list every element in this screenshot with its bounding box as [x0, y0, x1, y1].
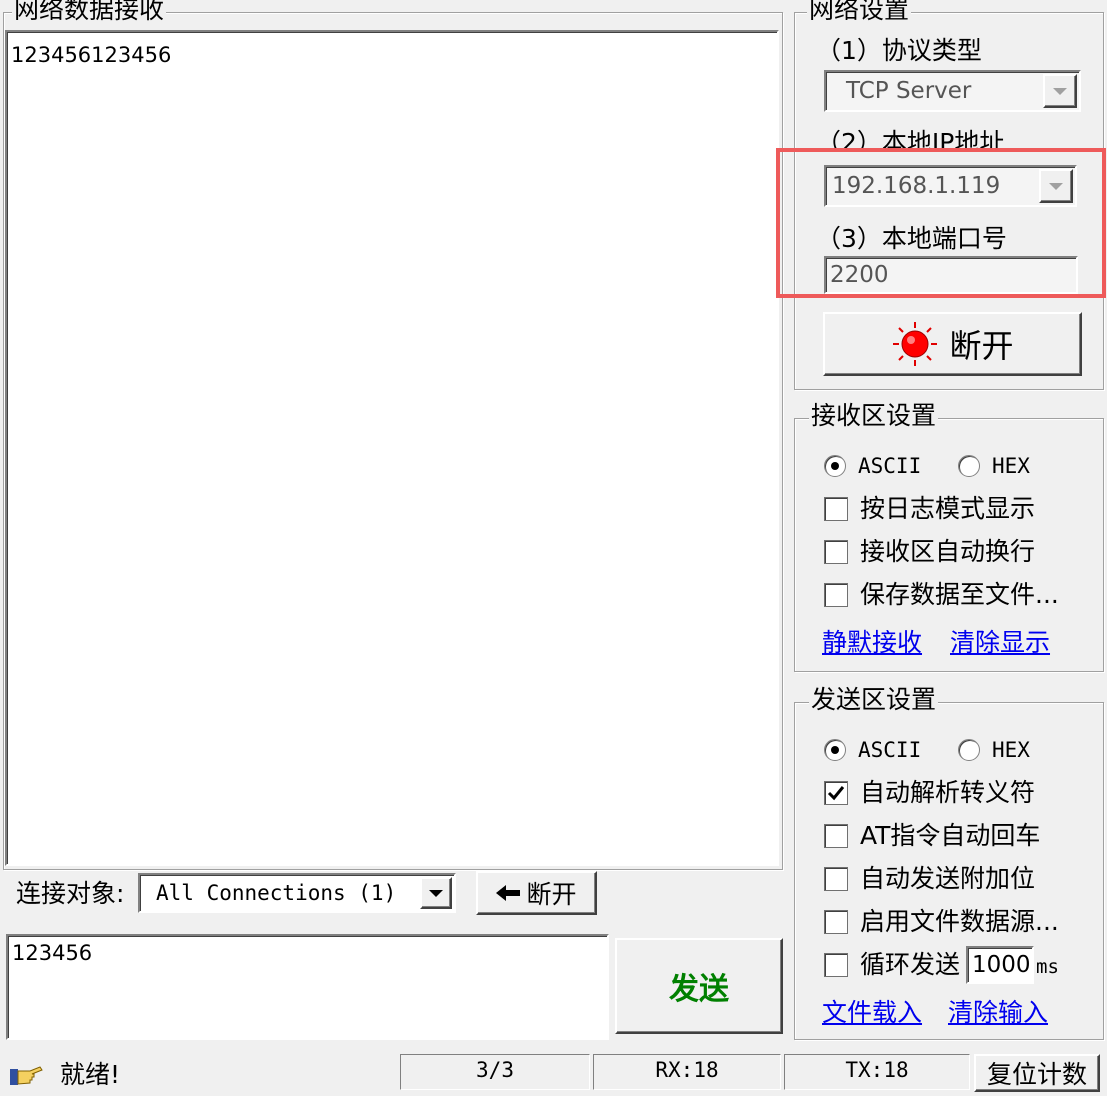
at-auto-return-label: AT指令自动回车 [860, 821, 1041, 850]
receive-settings-title: 接收区设置 [809, 401, 939, 431]
send-button[interactable]: 发送 [615, 938, 783, 1034]
red-light-icon [893, 322, 938, 366]
hand-pointer-icon [10, 1066, 43, 1085]
receive-ascii-radio[interactable] [824, 455, 846, 477]
clear-input-link[interactable]: 清除输入 [948, 998, 1048, 1028]
escape-parse-checkbox[interactable] [824, 781, 848, 805]
at-auto-return-checkbox[interactable] [824, 824, 848, 848]
log-mode-checkbox[interactable] [824, 497, 848, 521]
protocol-combo[interactable]: TCP Server [824, 70, 1081, 112]
disconnect-connection-label: 断开 [526, 880, 577, 909]
file-source-label: 启用文件数据源... [860, 907, 1059, 936]
send-settings-title: 发送区设置 [809, 685, 939, 715]
loop-interval-value: 1000 [972, 952, 1031, 978]
connect-toggle-button[interactable]: 断开 [823, 312, 1082, 376]
auto-append-checkbox[interactable] [824, 867, 848, 891]
send-ascii-radio[interactable] [824, 739, 846, 761]
connection-target-value: All Connections (1) [156, 881, 397, 905]
send-textarea[interactable]: 123456 [6, 934, 609, 1040]
protocol-label: （1）协议类型 [816, 36, 982, 65]
log-mode-label: 按日志模式显示 [860, 494, 1036, 523]
auto-wrap-label: 接收区自动换行 [860, 537, 1036, 566]
receive-hex-label: HEX [992, 454, 1030, 478]
save-to-file-label: 保存数据至文件... [860, 580, 1059, 609]
protocol-value: TCP Server [846, 78, 972, 104]
loop-unit-label: ms [1036, 956, 1059, 978]
send-button-label: 发送 [669, 972, 729, 1007]
load-file-link[interactable]: 文件载入 [822, 998, 922, 1028]
status-rx: RX:18 [593, 1054, 781, 1090]
send-text: 123456 [12, 941, 93, 965]
disconnect-connection-button[interactable]: 断开 [476, 871, 597, 915]
reset-count-label: 复位计数 [986, 1060, 1087, 1089]
connection-dropdown-button[interactable] [420, 877, 452, 909]
auto-append-label: 自动发送附加位 [860, 864, 1036, 893]
status-count: 3/3 [400, 1054, 590, 1090]
chevron-down-icon [1053, 87, 1067, 95]
connection-target-label: 连接对象: [16, 879, 125, 908]
receive-ascii-label: ASCII [858, 454, 922, 478]
loop-send-checkbox[interactable] [824, 953, 848, 977]
chevron-down-icon [429, 889, 443, 897]
local-ip-label: （2）本地IP地址 [816, 128, 1005, 150]
arrow-left-icon [496, 885, 521, 901]
network-settings-title: 网络设置 [807, 0, 912, 25]
receive-text: 123456123456 [11, 43, 172, 67]
send-hex-radio[interactable] [958, 739, 980, 761]
reset-count-button[interactable]: 复位计数 [974, 1054, 1100, 1092]
send-ascii-label: ASCII [858, 738, 922, 762]
file-source-checkbox[interactable] [824, 910, 848, 934]
check-icon [827, 786, 845, 801]
clear-display-link[interactable]: 清除显示 [950, 628, 1050, 658]
connect-toggle-label: 断开 [949, 327, 1014, 365]
pause-receive-link[interactable]: 静默接收 [822, 628, 922, 658]
send-hex-label: HEX [992, 738, 1030, 762]
protocol-dropdown-button[interactable] [1043, 74, 1077, 108]
receive-textarea[interactable]: 123456123456 [5, 30, 779, 866]
loop-interval-input[interactable]: 1000 [966, 946, 1034, 984]
save-to-file-checkbox[interactable] [824, 583, 848, 607]
receive-groupbox-title: 网络数据接收 [12, 0, 167, 25]
auto-wrap-checkbox[interactable] [824, 540, 848, 564]
receive-hex-radio[interactable] [958, 455, 980, 477]
connection-target-combo[interactable]: All Connections (1) [138, 873, 456, 913]
status-text: 就绪! [60, 1060, 121, 1089]
escape-parse-label: 自动解析转义符 [860, 778, 1036, 807]
loop-send-label: 循环发送 [860, 950, 961, 979]
status-tx: TX:18 [784, 1054, 970, 1090]
highlight-box [776, 148, 1106, 298]
